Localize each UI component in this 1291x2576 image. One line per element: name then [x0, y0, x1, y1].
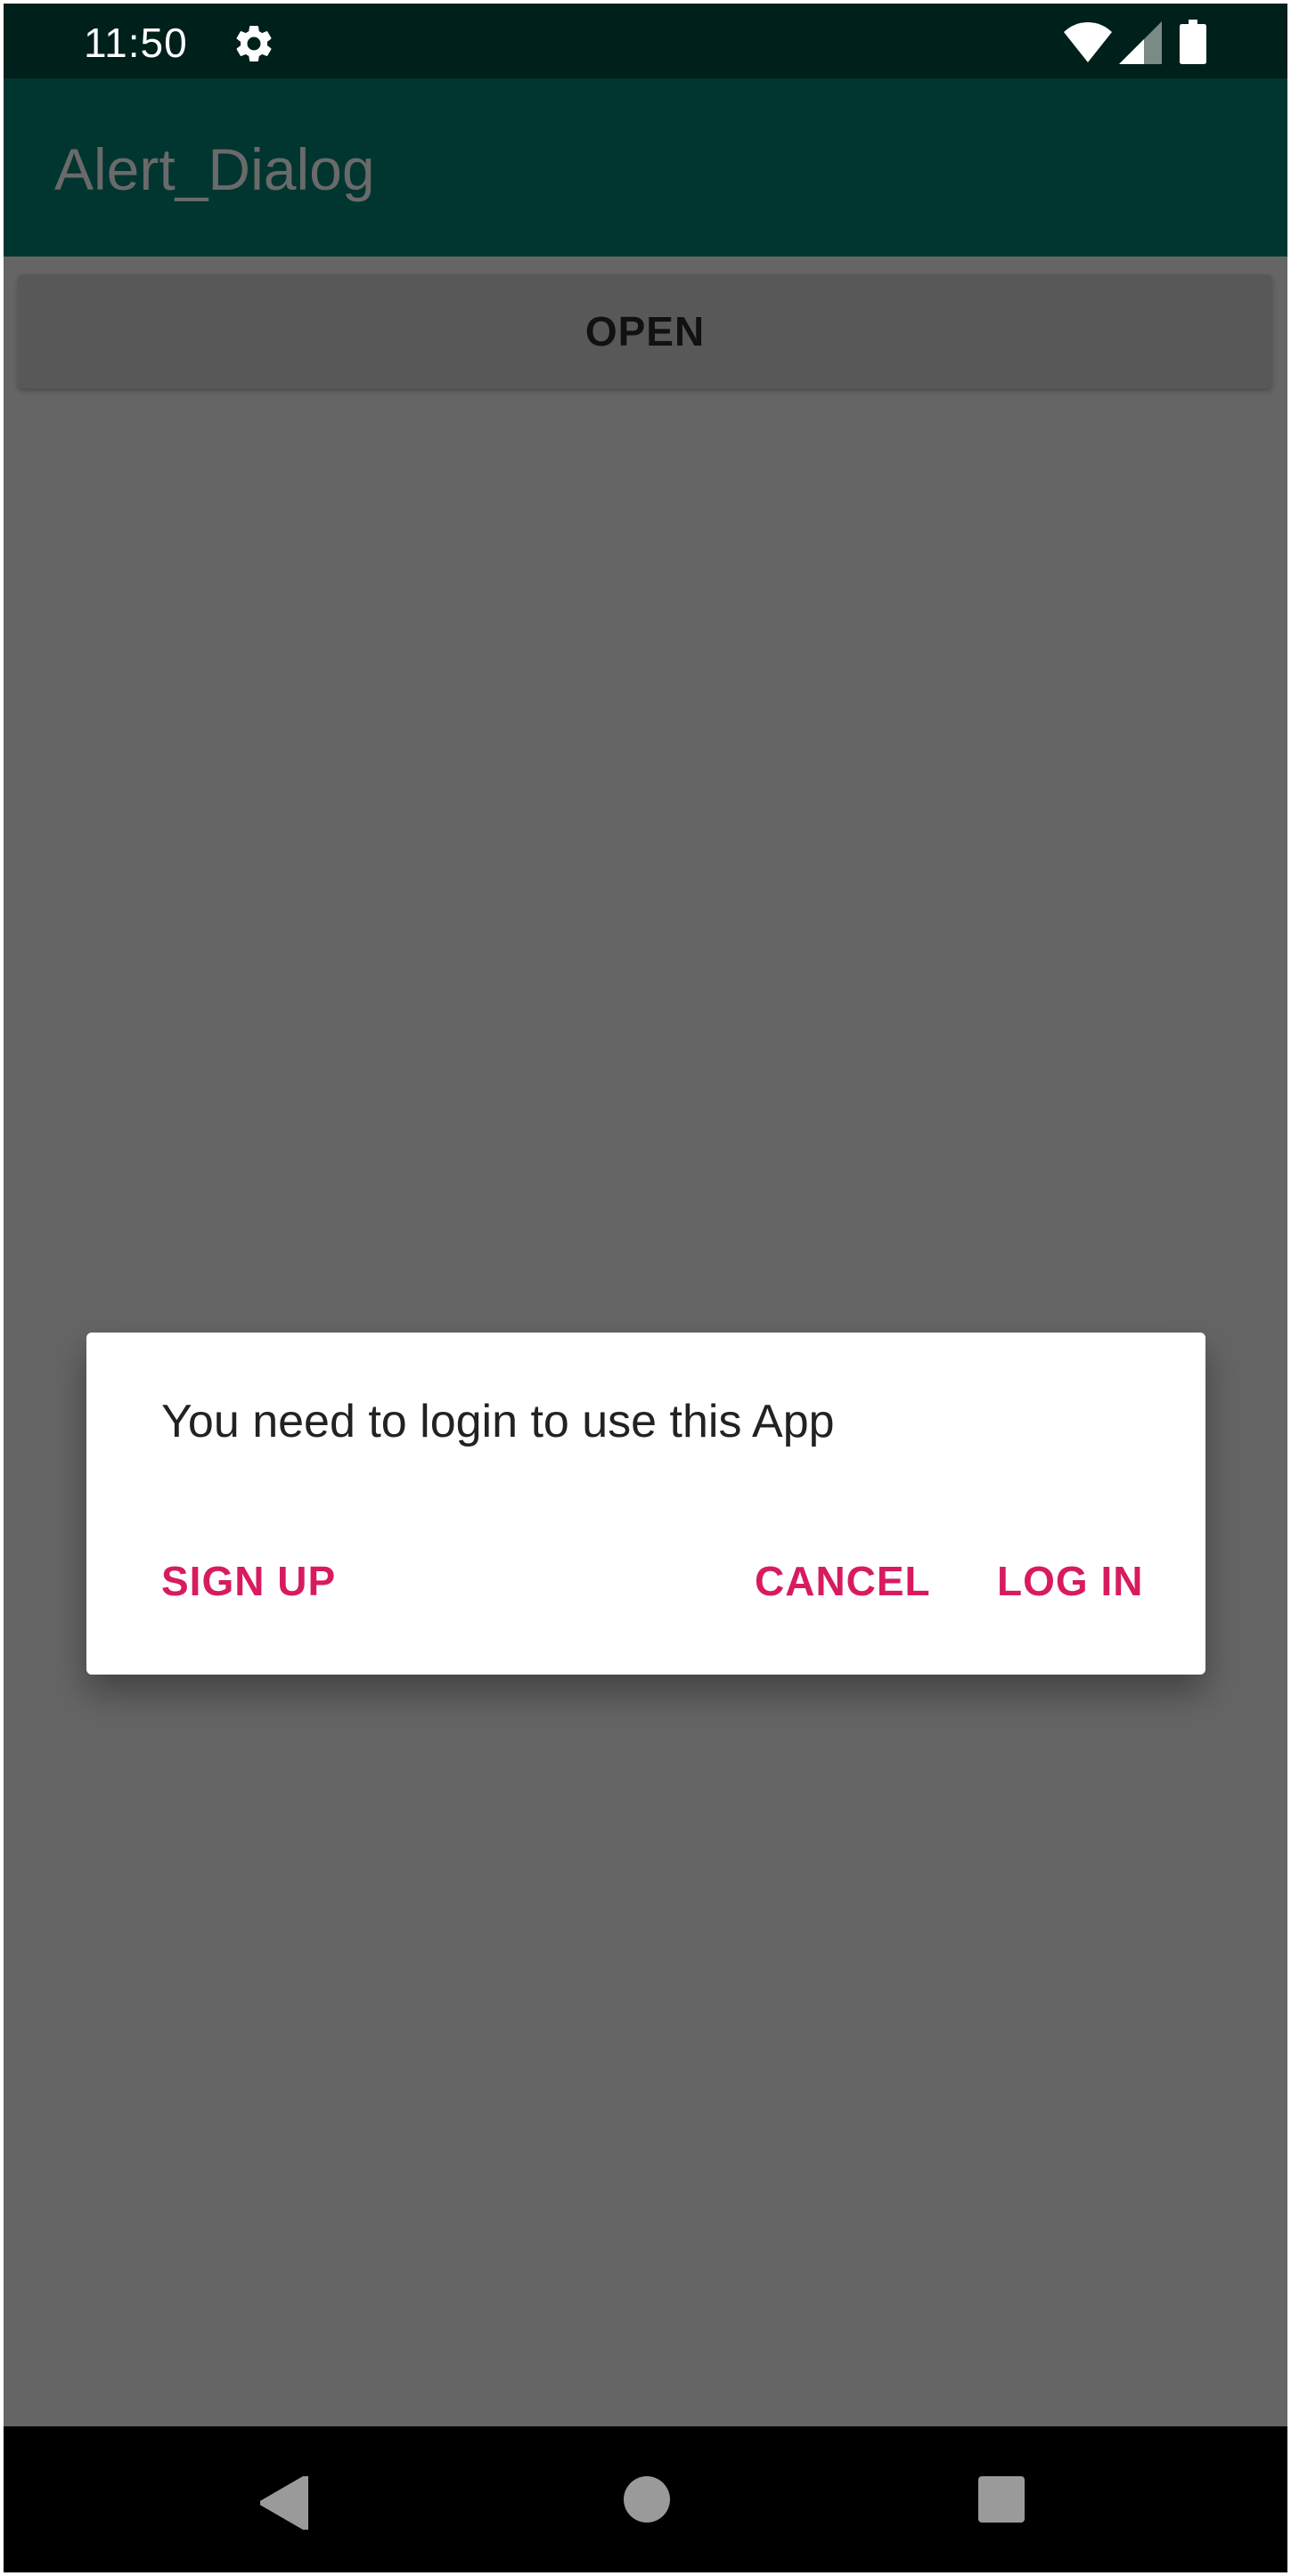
log-in-button[interactable]: LOG IN — [997, 1557, 1143, 1605]
recents-icon[interactable] — [978, 2476, 1025, 2523]
gear-icon — [236, 25, 272, 61]
phone-screen: 11:50 Alert_Dialog OPEN You need to logi… — [4, 4, 1287, 2572]
sign-up-button[interactable]: SIGN UP — [161, 1557, 336, 1605]
open-button[interactable]: OPEN — [18, 274, 1272, 388]
dialog-message: You need to login to use this App — [161, 1396, 835, 1447]
content-area[interactable]: OPEN You need to login to use this App S… — [4, 257, 1287, 2426]
status-bar: 11:50 — [4, 4, 1287, 78]
alert-dialog: You need to login to use this App SIGN U… — [86, 1333, 1205, 1675]
status-time: 11:50 — [84, 20, 188, 66]
wifi-icon — [1064, 22, 1112, 62]
back-icon[interactable] — [260, 2476, 310, 2530]
app-title: Alert_Dialog — [54, 136, 375, 202]
navigation-bar — [4, 2426, 1287, 2572]
home-icon[interactable] — [624, 2476, 670, 2523]
signal-icon — [1119, 21, 1162, 64]
app-bar: Alert_Dialog — [4, 78, 1287, 257]
battery-icon — [1180, 20, 1206, 64]
cancel-button[interactable]: CANCEL — [755, 1557, 931, 1605]
